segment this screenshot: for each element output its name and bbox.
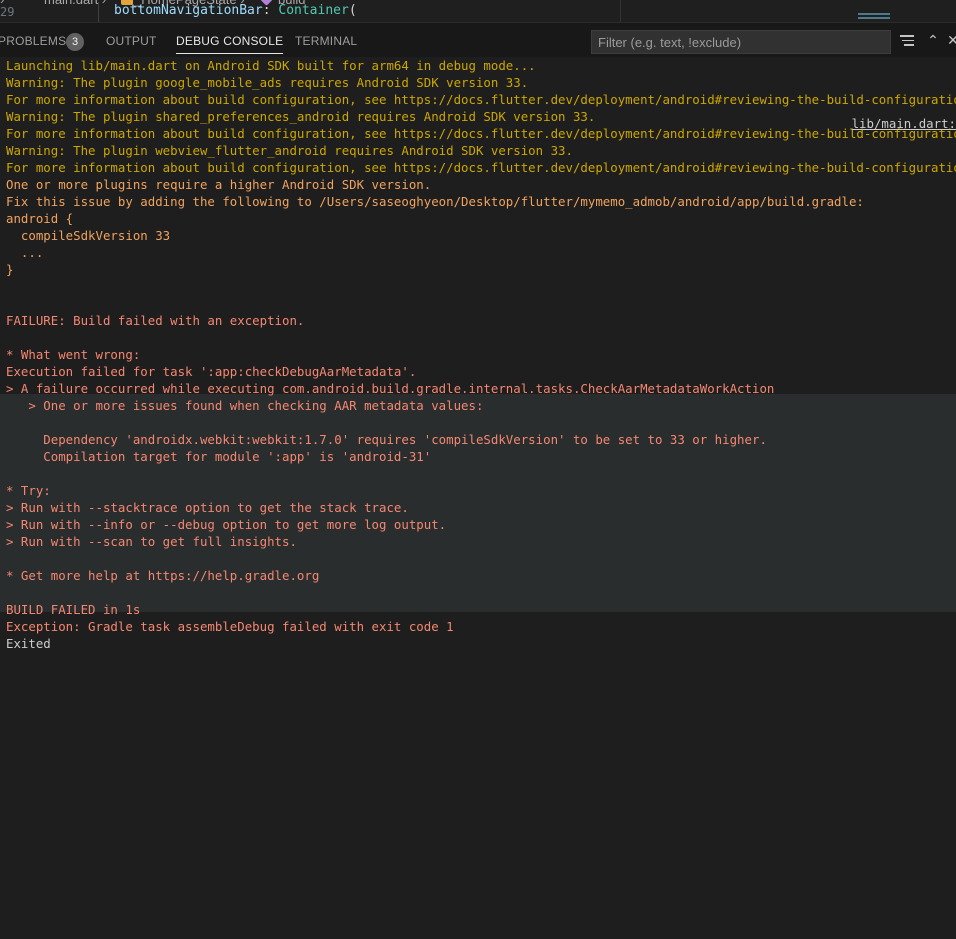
- vscode-window: › main.dart › _HomePageState › build 29 …: [0, 0, 956, 939]
- console-line: }: [6, 262, 14, 277]
- console-line: > One or more issues found when checking…: [6, 398, 484, 413]
- problems-count-badge: 3: [66, 33, 84, 51]
- console-line: Fix this issue by adding the following t…: [6, 194, 864, 209]
- chevron-up-icon[interactable]: ⌃: [924, 32, 942, 50]
- editor-ruler: [620, 0, 621, 22]
- console-line: Compilation target for module ':app' is …: [6, 449, 432, 464]
- console-line: * Try:: [6, 483, 51, 498]
- tab-debug-console[interactable]: DEBUG CONSOLE: [176, 23, 284, 60]
- indent-guide: [98, 2, 99, 22]
- tab-terminal[interactable]: TERMINAL: [295, 23, 357, 60]
- console-line: Warning: The plugin shared_preferences_a…: [6, 109, 596, 124]
- tab-problems[interactable]: PROBLEMS: [0, 23, 66, 60]
- source-link[interactable]: lib/main.dart:: [852, 115, 956, 132]
- code-punct: :: [262, 3, 279, 18]
- console-line: android {: [6, 211, 74, 226]
- console-line: BUILD FAILED in 1s: [6, 602, 141, 617]
- line-number: 29: [0, 5, 15, 19]
- console-line: > Run with --info or --debug option to g…: [6, 517, 447, 532]
- console-line: > A failure occurred while executing com…: [6, 381, 775, 396]
- tab-output[interactable]: OUTPUT: [106, 23, 157, 60]
- console-line: Exception: Gradle task assembleDebug fai…: [6, 619, 454, 634]
- console-line: Dependency 'androidx.webkit:webkit:1.7.0…: [6, 432, 767, 447]
- console-line: Launching lib/main.dart on Android SDK b…: [6, 58, 536, 73]
- close-icon[interactable]: ✕: [944, 32, 956, 50]
- console-line: > Run with --stacktrace option to get th…: [6, 500, 409, 515]
- console-line: * What went wrong:: [6, 347, 141, 362]
- console-line: For more information about build configu…: [6, 126, 956, 141]
- code-paren: (: [348, 3, 357, 18]
- console-line: For more information about build configu…: [6, 92, 956, 107]
- console-line: ...: [6, 245, 44, 260]
- console-line: * Get more help at https://help.gradle.o…: [6, 568, 320, 583]
- console-line: Exited: [6, 636, 51, 651]
- breadcrumb-file[interactable]: main.dart ›: [44, 0, 106, 10]
- tab-debug-console-label: DEBUG CONSOLE: [176, 34, 284, 48]
- debug-console-output[interactable]: lib/main.dart: Launching lib/main.dart o…: [0, 57, 956, 939]
- tab-terminal-label: TERMINAL: [295, 34, 358, 48]
- code-property: bottomNavigationBar: [114, 3, 263, 18]
- code-line[interactable]: bottomNavigationBar: Container(: [114, 3, 357, 18]
- console-lines: Launching lib/main.dart on Android SDK b…: [0, 57, 956, 652]
- console-line: compileSdkVersion 33: [6, 228, 171, 243]
- console-line: For more information about build configu…: [6, 160, 956, 175]
- console-line: > Run with --scan to get full insights.: [6, 534, 297, 549]
- console-line: Warning: The plugin webview_flutter_andr…: [6, 143, 573, 158]
- panel-header: PROBLEMS 3 OUTPUT DEBUG CONSOLE TERMINAL…: [0, 22, 956, 60]
- tab-problems-label: PROBLEMS: [0, 34, 67, 48]
- console-line: One or more plugins require a higher And…: [6, 177, 432, 192]
- filter-input[interactable]: [591, 30, 891, 54]
- editor-strip: › main.dart › _HomePageState › build 29 …: [0, 0, 956, 22]
- tab-output-label: OUTPUT: [106, 34, 157, 48]
- console-line: Warning: The plugin google_mobile_ads re…: [6, 75, 529, 90]
- code-type: Container: [278, 3, 349, 18]
- filter-lines-icon[interactable]: [898, 32, 916, 50]
- console-line: Execution failed for task ':app:checkDeb…: [6, 364, 417, 379]
- minimap[interactable]: [858, 13, 890, 19]
- console-line: FAILURE: Build failed with an exception.: [6, 313, 305, 328]
